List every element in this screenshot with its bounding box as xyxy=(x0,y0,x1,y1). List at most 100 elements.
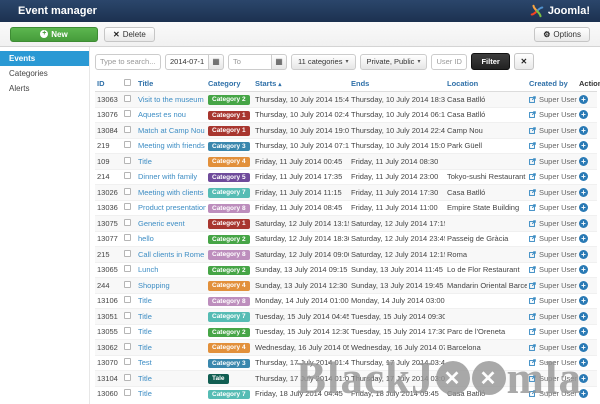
add-action-button[interactable]: + xyxy=(579,188,588,197)
created-by-link[interactable]: Super User xyxy=(529,281,575,290)
add-action-button[interactable]: + xyxy=(579,343,588,352)
new-button[interactable]: + New xyxy=(10,27,98,42)
row-checkbox[interactable] xyxy=(124,250,131,257)
row-checkbox[interactable] xyxy=(124,343,131,350)
add-action-button[interactable]: + xyxy=(579,126,588,135)
user-id-input[interactable] xyxy=(431,54,467,70)
row-checkbox[interactable] xyxy=(124,389,131,396)
event-title-link[interactable]: Test xyxy=(138,358,152,367)
created-by-link[interactable]: Super User xyxy=(529,234,575,243)
column-header-id[interactable]: ID xyxy=(95,76,122,92)
created-by-link[interactable]: Super User xyxy=(529,141,575,150)
add-action-button[interactable]: + xyxy=(579,312,588,321)
event-title-link[interactable]: hello xyxy=(138,234,154,243)
add-action-button[interactable]: + xyxy=(579,203,588,212)
date-to-input[interactable] xyxy=(228,54,272,70)
event-title-link[interactable]: Visit to the museum xyxy=(138,95,204,104)
calendar-icon[interactable]: ▦ xyxy=(272,54,287,70)
row-checkbox[interactable] xyxy=(124,234,131,241)
clear-filter-button[interactable]: ✕ xyxy=(514,53,534,70)
sidebar-item-categories[interactable]: Categories xyxy=(0,66,89,81)
event-title-link[interactable]: Lunch xyxy=(138,265,158,274)
select-all-checkbox[interactable] xyxy=(124,79,131,86)
column-header-location[interactable]: Location xyxy=(445,76,527,92)
column-header-title[interactable]: Title xyxy=(136,76,206,92)
event-title-link[interactable]: Title xyxy=(138,312,152,321)
row-checkbox[interactable] xyxy=(124,265,131,272)
created-by-link[interactable]: Super User xyxy=(529,327,575,336)
created-by-link[interactable]: Super User xyxy=(529,172,575,181)
created-by-link[interactable]: Super User xyxy=(529,358,575,367)
column-header-created-by[interactable]: Created by xyxy=(527,76,577,92)
event-title-link[interactable]: Product presentation xyxy=(138,203,206,212)
row-checkbox[interactable] xyxy=(124,327,131,334)
add-action-button[interactable]: + xyxy=(579,265,588,274)
add-action-button[interactable]: + xyxy=(579,157,588,166)
created-by-link[interactable]: Super User xyxy=(529,126,575,135)
event-title-link[interactable]: Title xyxy=(138,389,152,398)
row-checkbox[interactable] xyxy=(124,296,131,303)
sidebar-item-alerts[interactable]: Alerts xyxy=(0,81,89,96)
created-by-link[interactable]: Super User xyxy=(529,157,575,166)
created-by-link[interactable]: Super User xyxy=(529,110,575,119)
event-title-link[interactable]: Aquest es nou xyxy=(138,110,186,119)
event-title-link[interactable]: Shopping xyxy=(138,281,170,290)
created-by-link[interactable]: Super User xyxy=(529,296,575,305)
created-by-link[interactable]: Super User xyxy=(529,219,575,228)
created-by-link[interactable]: Super User xyxy=(529,188,575,197)
event-title-link[interactable]: Call clients in Rome xyxy=(138,250,204,259)
add-action-button[interactable]: + xyxy=(579,234,588,243)
created-by-link[interactable]: Super User xyxy=(529,389,575,398)
row-checkbox[interactable] xyxy=(124,312,131,319)
search-input[interactable] xyxy=(95,54,161,70)
add-action-button[interactable]: + xyxy=(579,327,588,336)
event-title-link[interactable]: Meeting with clients xyxy=(138,188,203,197)
categories-dropdown[interactable]: 11 categories ▾ xyxy=(291,54,356,70)
row-checkbox[interactable] xyxy=(124,157,131,164)
options-button[interactable]: ⚙ Options xyxy=(534,27,590,42)
event-title-link[interactable]: Match at Camp Nou xyxy=(138,126,205,135)
created-by-link[interactable]: Super User xyxy=(529,250,575,259)
created-by-link[interactable]: Super User xyxy=(529,95,575,104)
row-checkbox[interactable] xyxy=(124,126,131,133)
event-title-link[interactable]: Title xyxy=(138,374,152,383)
add-action-button[interactable]: + xyxy=(579,358,588,367)
add-action-button[interactable]: + xyxy=(579,110,588,119)
access-dropdown[interactable]: Private, Public ▾ xyxy=(360,54,428,70)
add-action-button[interactable]: + xyxy=(579,141,588,150)
row-checkbox[interactable] xyxy=(124,172,131,179)
date-from-input[interactable] xyxy=(165,54,209,70)
created-by-link[interactable]: Super User xyxy=(529,312,575,321)
row-checkbox[interactable] xyxy=(124,281,131,288)
column-header-category[interactable]: Category xyxy=(206,76,253,92)
row-checkbox[interactable] xyxy=(124,358,131,365)
row-checkbox[interactable] xyxy=(124,219,131,226)
event-title-link[interactable]: Generic event xyxy=(138,219,185,228)
row-checkbox[interactable] xyxy=(124,374,131,381)
event-title-link[interactable]: Title xyxy=(138,157,152,166)
add-action-button[interactable]: + xyxy=(579,389,588,398)
created-by-link[interactable]: Super User xyxy=(529,203,575,212)
row-checkbox[interactable] xyxy=(124,188,131,195)
created-by-link[interactable]: Super User xyxy=(529,265,575,274)
event-title-link[interactable]: Title xyxy=(138,296,152,305)
row-checkbox[interactable] xyxy=(124,141,131,148)
filter-button[interactable]: Filter xyxy=(471,53,509,70)
add-action-button[interactable]: + xyxy=(579,219,588,228)
created-by-link[interactable]: Super User xyxy=(529,343,575,352)
add-action-button[interactable]: + xyxy=(579,250,588,259)
add-action-button[interactable]: + xyxy=(579,374,588,383)
row-checkbox[interactable] xyxy=(124,203,131,210)
add-action-button[interactable]: + xyxy=(579,296,588,305)
column-header-ends[interactable]: Ends xyxy=(349,76,445,92)
event-title-link[interactable]: Title xyxy=(138,327,152,336)
calendar-icon[interactable]: ▦ xyxy=(209,54,224,70)
event-title-link[interactable]: Dinner with family xyxy=(138,172,197,181)
add-action-button[interactable]: + xyxy=(579,281,588,290)
row-checkbox[interactable] xyxy=(124,95,131,102)
add-action-button[interactable]: + xyxy=(579,172,588,181)
created-by-link[interactable]: Super User xyxy=(529,374,575,383)
add-action-button[interactable]: + xyxy=(579,95,588,104)
event-title-link[interactable]: Meeting with friends xyxy=(138,141,205,150)
row-checkbox[interactable] xyxy=(124,110,131,117)
